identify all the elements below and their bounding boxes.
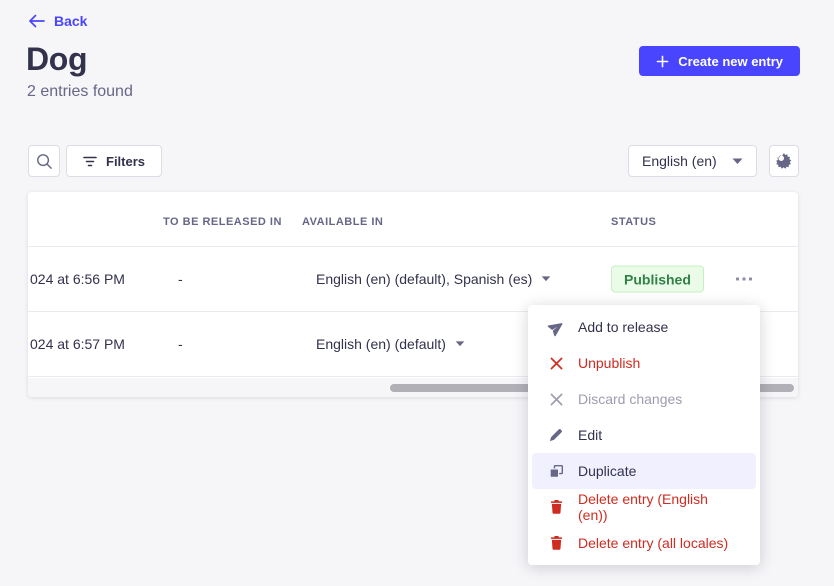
cell-updated: 024 at 6:57 PM (30, 336, 125, 352)
locale-select[interactable]: English (en) (628, 145, 757, 177)
menu-item-label: Discard changes (578, 391, 682, 407)
trash-icon (548, 535, 564, 551)
create-new-entry-label: Create new entry (678, 54, 783, 69)
settings-button[interactable] (769, 145, 799, 177)
available-in-value: English (en) (default), Spanish (es) (316, 271, 532, 287)
plus-icon (656, 55, 669, 68)
menu-item-delete-entry-all-locales[interactable]: Delete entry (all locales) (532, 525, 756, 561)
filters-button[interactable]: Filters (66, 145, 162, 177)
menu-item-edit[interactable]: Edit (532, 417, 756, 453)
locale-selected-value: English (en) (642, 153, 717, 169)
trash-icon (548, 499, 564, 515)
back-link[interactable]: Back (28, 13, 87, 29)
row-actions-button[interactable] (728, 265, 760, 293)
menu-item-delete-entry-locale[interactable]: Delete entry (English (en)) (532, 489, 756, 525)
menu-item-label: Delete entry (all locales) (578, 535, 728, 551)
cell-available-in: English (en) (default) (316, 336, 465, 352)
search-button[interactable] (28, 145, 60, 177)
column-header-to-be-released-in[interactable]: TO BE RELEASED IN (163, 216, 282, 228)
page-title: Dog (26, 41, 87, 78)
cell-available-in: English (en) (default), Spanish (es) (316, 271, 551, 287)
menu-item-label: Add to release (578, 319, 668, 335)
create-new-entry-button[interactable]: Create new entry (639, 46, 800, 76)
menu-item-add-to-release[interactable]: Add to release (532, 309, 756, 345)
chevron-down-icon (732, 158, 743, 165)
content-manager-page: Back Dog 2 entries found Create new entr… (0, 0, 834, 586)
menu-item-discard-changes[interactable]: Discard changes (532, 381, 756, 417)
cross-icon (548, 391, 564, 407)
menu-item-duplicate[interactable]: Duplicate (532, 453, 756, 489)
paper-plane-icon (548, 319, 564, 335)
filter-icon (83, 156, 97, 167)
column-header-available-in[interactable]: AVAILABLE IN (302, 216, 383, 228)
chevron-down-icon[interactable] (541, 276, 551, 282)
table-row[interactable]: 024 at 6:56 PM - English (en) (default),… (28, 247, 798, 312)
column-header-status[interactable]: STATUS (611, 216, 656, 228)
gear-icon (776, 153, 792, 169)
cell-to-be-released-in: - (178, 336, 183, 352)
menu-item-label: Duplicate (578, 463, 636, 479)
menu-item-label: Edit (578, 427, 602, 443)
ellipsis-icon (736, 277, 752, 281)
table-header-row: TO BE RELEASED IN AVAILABLE IN STATUS (28, 192, 798, 247)
row-actions-menu: Add to release Unpublish Discard changes… (528, 305, 760, 565)
entries-count: 2 entries found (27, 83, 133, 101)
menu-item-label: Unpublish (578, 355, 640, 371)
back-label: Back (54, 13, 87, 29)
menu-item-unpublish[interactable]: Unpublish (532, 345, 756, 381)
cell-to-be-released-in: - (178, 271, 183, 287)
chevron-down-icon[interactable] (455, 341, 465, 347)
available-in-value: English (en) (default) (316, 336, 446, 352)
back-arrow-icon (28, 14, 45, 28)
filters-label: Filters (106, 154, 145, 169)
cell-updated: 024 at 6:56 PM (30, 271, 125, 287)
cross-icon (548, 355, 564, 371)
pencil-icon (548, 427, 564, 443)
duplicate-icon (548, 463, 564, 479)
menu-item-label: Delete entry (English (en)) (578, 491, 740, 523)
status-badge: Published (611, 266, 704, 293)
search-icon (36, 153, 53, 170)
